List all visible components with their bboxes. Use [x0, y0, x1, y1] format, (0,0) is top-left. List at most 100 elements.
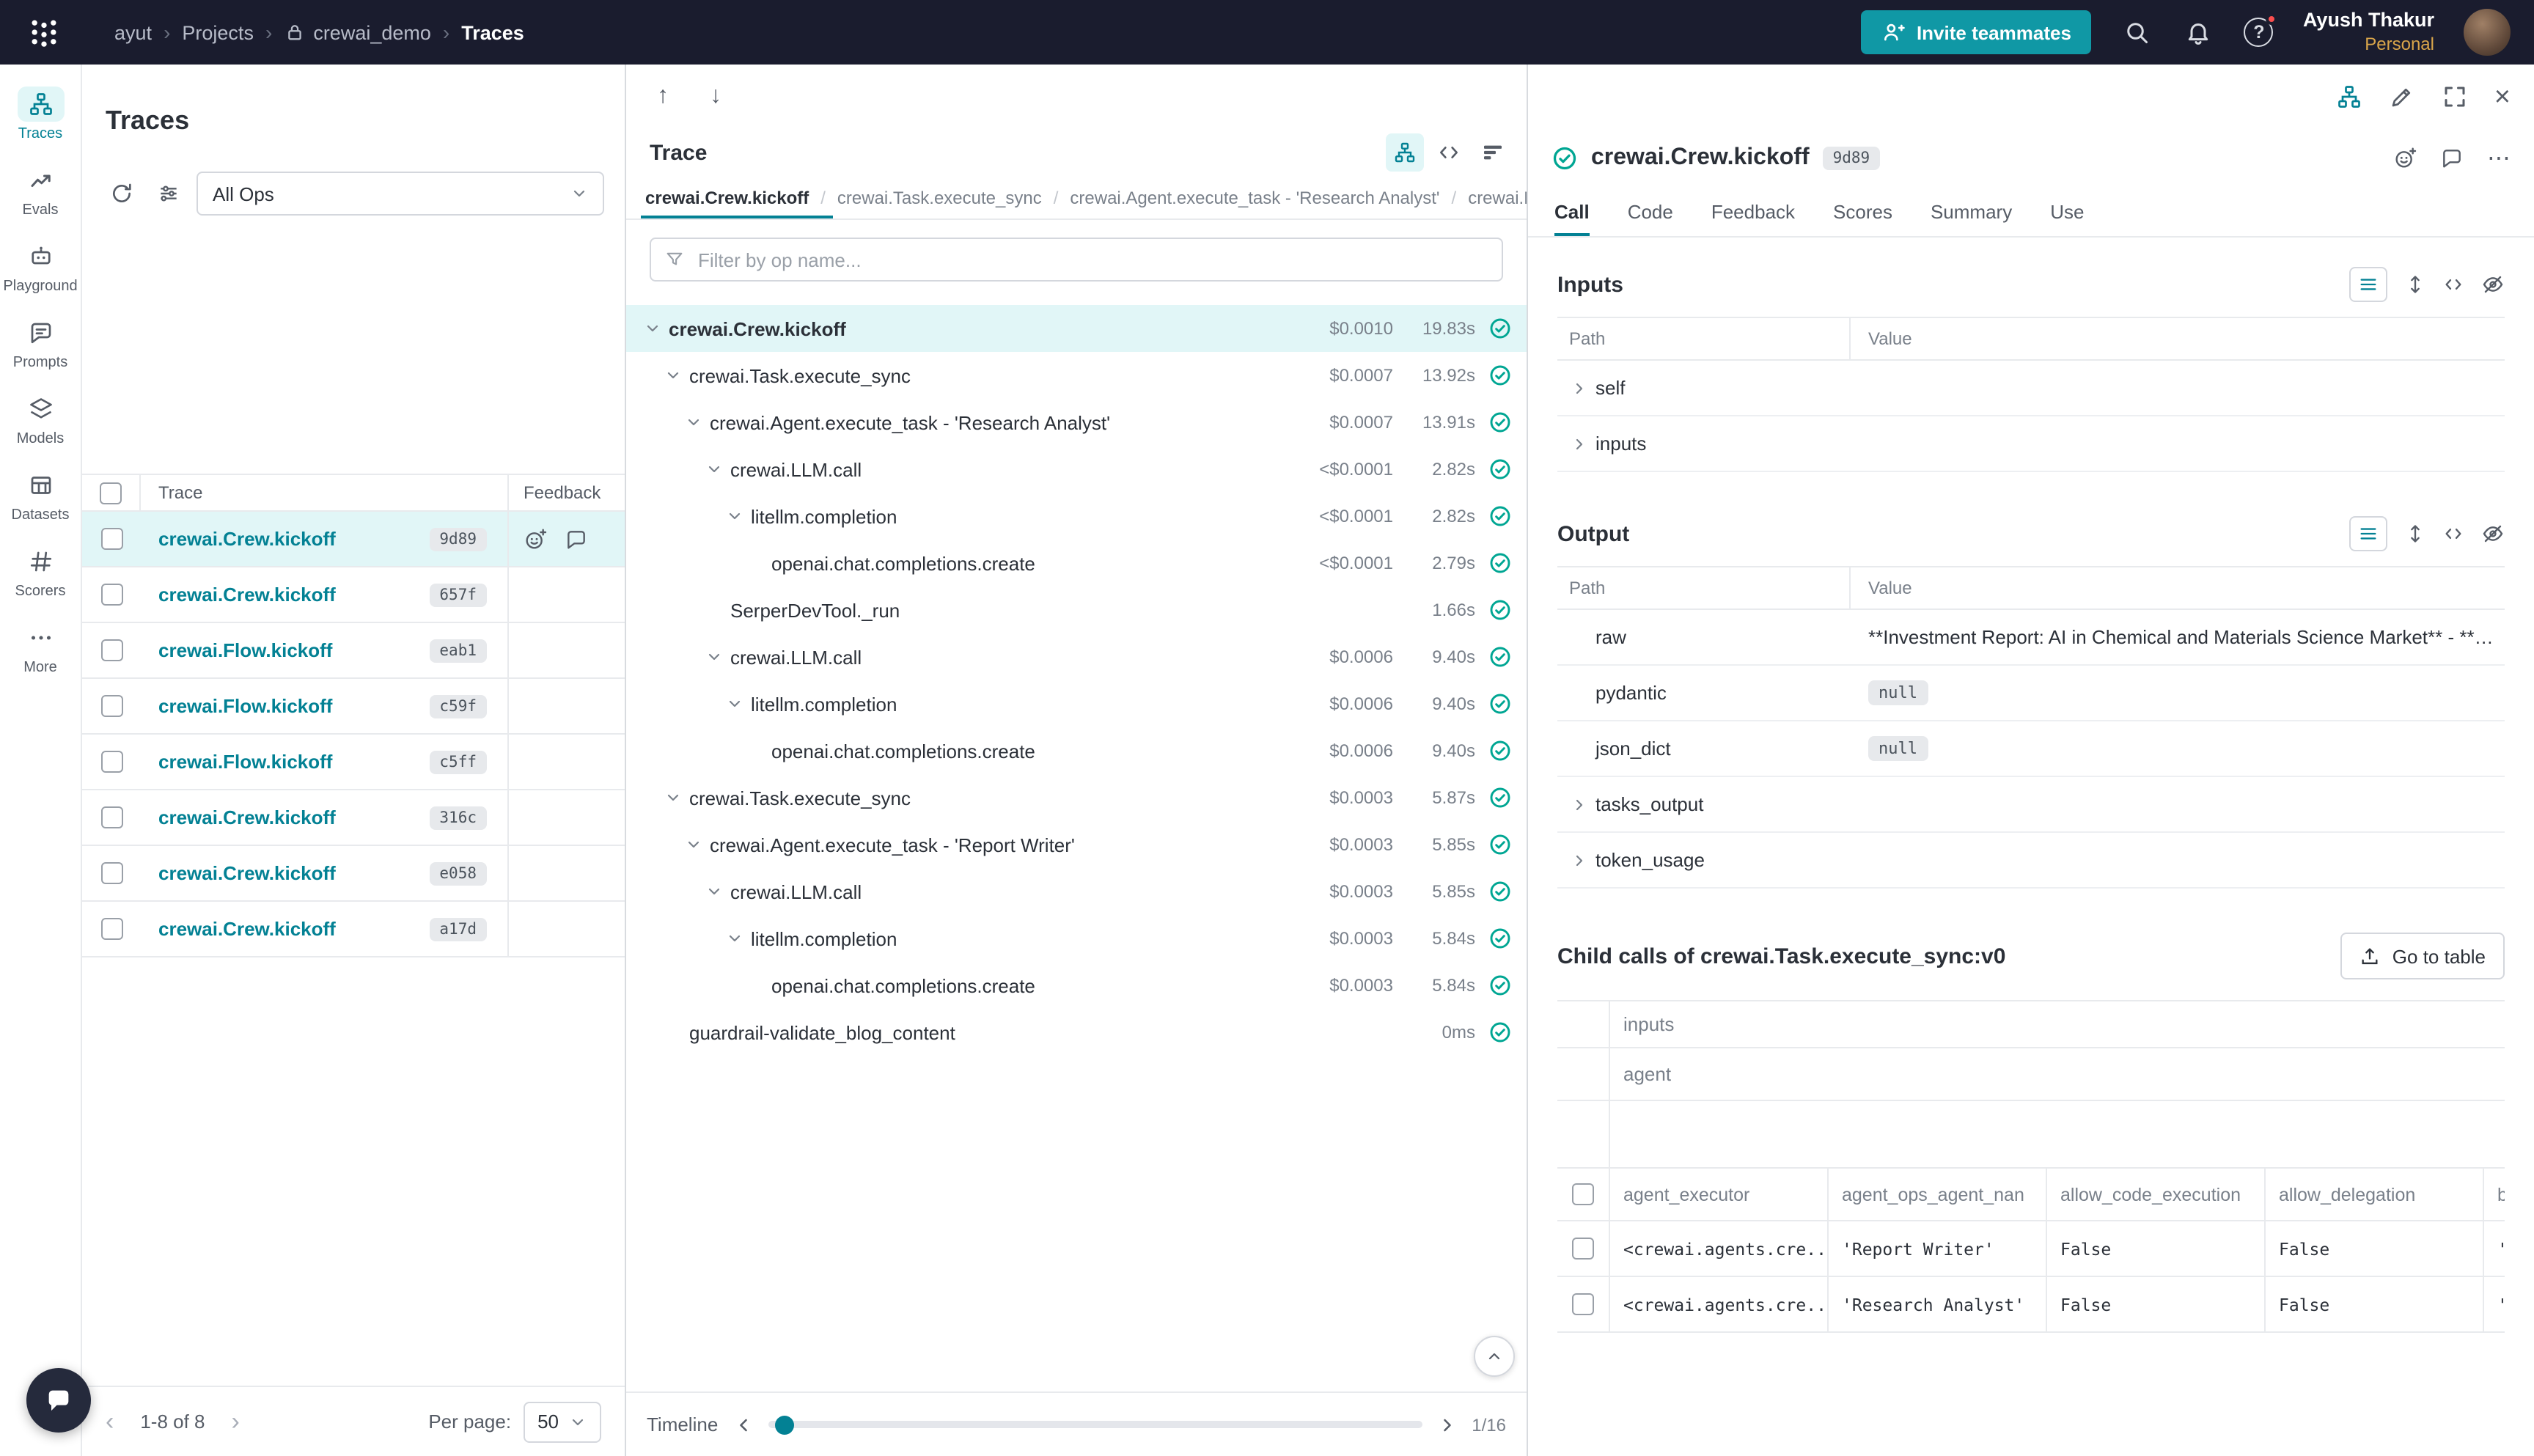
- search-icon[interactable]: [2121, 16, 2153, 48]
- fullscreen-icon[interactable]: [2442, 84, 2468, 110]
- output-row[interactable]: tasks_output: [1557, 777, 2505, 833]
- user-block[interactable]: Ayush Thakur Personal: [2303, 9, 2434, 56]
- trace-row[interactable]: crewai.Crew.kickoff e058: [82, 846, 625, 902]
- select-all-checkbox[interactable]: [1572, 1183, 1594, 1205]
- edit-pencil-icon[interactable]: [2389, 84, 2415, 110]
- output-row[interactable]: pydantic null: [1557, 666, 2505, 721]
- chevron-down-icon[interactable]: [723, 692, 746, 716]
- sidebar-item-datasets[interactable]: Datasets: [0, 457, 81, 534]
- previous-page-icon[interactable]: ‹: [106, 1409, 114, 1434]
- sidebar-item-scorers[interactable]: Scorers: [0, 534, 81, 610]
- trace-link[interactable]: crewai.Crew.kickoff: [158, 806, 417, 828]
- split-view-icon[interactable]: [2336, 84, 2362, 110]
- flame-graph-icon[interactable]: [1474, 133, 1512, 172]
- call-tree-row[interactable]: crewai.Agent.execute_task - 'Report Writ…: [626, 821, 1527, 868]
- child-call-row[interactable]: <crewai.agents.cre... 'Report Writer' Fa…: [1557, 1221, 2505, 1277]
- feedback-reaction-icon[interactable]: [524, 527, 547, 551]
- call-tree-row[interactable]: openai.chat.completions.create <$0.0001 …: [626, 540, 1527, 587]
- refresh-icon[interactable]: [103, 174, 141, 213]
- call-tree-row[interactable]: crewai.Agent.execute_task - 'Research An…: [626, 399, 1527, 446]
- inputs-expand-rows-icon[interactable]: [2405, 274, 2425, 295]
- call-tree-row[interactable]: openai.chat.completions.create $0.0003 5…: [626, 962, 1527, 1009]
- chevron-down-icon[interactable]: [702, 457, 726, 481]
- call-tree-row[interactable]: openai.chat.completions.create $0.0006 9…: [626, 727, 1527, 774]
- user-avatar[interactable]: [2464, 9, 2511, 56]
- add-note-icon[interactable]: [2440, 147, 2464, 170]
- invite-teammates-button[interactable]: Invite teammates: [1861, 10, 2092, 54]
- row-checkbox[interactable]: [1572, 1238, 1594, 1260]
- trace-row[interactable]: crewai.Crew.kickoff a17d: [82, 902, 625, 957]
- row-checkbox[interactable]: [100, 584, 122, 606]
- sidebar-item-traces[interactable]: Traces: [0, 76, 81, 152]
- chevron-down-icon[interactable]: [702, 645, 726, 669]
- trace-row[interactable]: crewai.Flow.kickoff c5ff: [82, 735, 625, 790]
- trace-path-tab[interactable]: crewai.Agent.execute_task - 'Research An…: [1065, 176, 1464, 218]
- row-checkbox[interactable]: [100, 862, 122, 884]
- trace-row[interactable]: crewai.Crew.kickoff 316c: [82, 790, 625, 846]
- call-tree-row[interactable]: crewai.Task.execute_sync $0.0007 13.92s: [626, 352, 1527, 399]
- output-row[interactable]: json_dict null: [1557, 721, 2505, 777]
- call-detail-tab[interactable]: Scores: [1833, 188, 1892, 236]
- add-reaction-icon[interactable]: [2393, 147, 2417, 170]
- breadcrumb-current-page[interactable]: Traces: [461, 21, 524, 43]
- select-all-checkbox[interactable]: [100, 482, 122, 504]
- sidebar-item-more[interactable]: More: [0, 610, 81, 686]
- support-chat-button[interactable]: [26, 1368, 91, 1433]
- call-tree-row[interactable]: litellm.completion $0.0006 9.40s: [626, 680, 1527, 727]
- output-list-view-icon[interactable]: [2349, 516, 2387, 551]
- inputs-list-view-icon[interactable]: [2349, 267, 2387, 302]
- column-header[interactable]: b: [2484, 1169, 2505, 1220]
- output-expand-rows-icon[interactable]: [2405, 523, 2425, 544]
- chevron-down-icon[interactable]: [723, 927, 746, 950]
- chevron-down-icon[interactable]: [702, 880, 726, 903]
- sidebar-item-evals[interactable]: Evals: [0, 152, 81, 229]
- chevron-down-icon[interactable]: [682, 411, 705, 434]
- column-header[interactable]: agent_executor: [1610, 1169, 1829, 1220]
- overflow-menu-icon[interactable]: ⋯: [2487, 144, 2511, 173]
- sidebar-item-playground[interactable]: Playground: [0, 229, 81, 305]
- previous-trace-icon[interactable]: ↑: [647, 84, 679, 110]
- feedback-column-header[interactable]: Feedback: [507, 475, 625, 510]
- chevron-right-icon[interactable]: [1566, 376, 1593, 400]
- chevron-down-icon[interactable]: [723, 504, 746, 528]
- chevron-right-icon[interactable]: [1566, 793, 1593, 816]
- row-checkbox[interactable]: [100, 528, 122, 550]
- call-tree-row[interactable]: crewai.Crew.kickoff $0.0010 19.83s: [626, 305, 1527, 352]
- trace-link[interactable]: crewai.Crew.kickoff: [158, 918, 417, 940]
- collapse-timeline-button[interactable]: [1474, 1336, 1515, 1377]
- chevron-down-icon[interactable]: [641, 317, 664, 340]
- column-header[interactable]: agent_ops_agent_nan: [1829, 1169, 2047, 1220]
- output-hide-icon[interactable]: [2481, 522, 2505, 545]
- call-tree-row[interactable]: guardrail-validate_blog_content 0ms: [626, 1009, 1527, 1056]
- ops-filter-select[interactable]: All Ops: [197, 172, 604, 216]
- breadcrumb-entity[interactable]: ayut: [114, 21, 152, 43]
- next-trace-icon[interactable]: ↓: [699, 84, 732, 110]
- output-row[interactable]: raw **Investment Report: AI in Chemical …: [1557, 610, 2505, 666]
- call-tree-row[interactable]: crewai.Task.execute_sync $0.0003 5.87s: [626, 774, 1527, 821]
- column-header[interactable]: allow_delegation: [2266, 1169, 2484, 1220]
- close-icon[interactable]: ×: [2494, 83, 2511, 111]
- call-tree-row[interactable]: crewai.LLM.call $0.0006 9.40s: [626, 633, 1527, 680]
- output-code-view-icon[interactable]: [2443, 523, 2464, 544]
- help-icon[interactable]: ?: [2244, 18, 2274, 47]
- sidebar-item-prompts[interactable]: Prompts: [0, 305, 81, 381]
- timeline-slider[interactable]: [768, 1421, 1422, 1428]
- inputs-row[interactable]: self: [1557, 361, 2505, 416]
- chevron-down-icon[interactable]: [682, 833, 705, 856]
- output-row[interactable]: token_usage: [1557, 833, 2505, 889]
- row-checkbox[interactable]: [1572, 1293, 1594, 1315]
- chevron-down-icon[interactable]: [661, 364, 685, 387]
- inputs-row[interactable]: inputs: [1557, 416, 2505, 472]
- trace-link[interactable]: crewai.Flow.kickoff: [158, 751, 417, 773]
- row-checkbox[interactable]: [100, 918, 122, 940]
- filter-settings-icon[interactable]: [150, 174, 188, 213]
- trace-link[interactable]: crewai.Crew.kickoff: [158, 862, 417, 884]
- child-call-row[interactable]: <crewai.agents.cre... 'Research Analyst'…: [1557, 1277, 2505, 1333]
- op-name-filter-input[interactable]: [695, 247, 1488, 272]
- call-detail-tab[interactable]: Feedback: [1711, 188, 1795, 236]
- trace-row[interactable]: crewai.Flow.kickoff c59f: [82, 679, 625, 735]
- call-detail-tab[interactable]: Code: [1628, 188, 1673, 236]
- chevron-right-icon[interactable]: [1566, 848, 1593, 872]
- call-tree-row[interactable]: litellm.completion $0.0003 5.84s: [626, 915, 1527, 962]
- row-checkbox[interactable]: [100, 751, 122, 773]
